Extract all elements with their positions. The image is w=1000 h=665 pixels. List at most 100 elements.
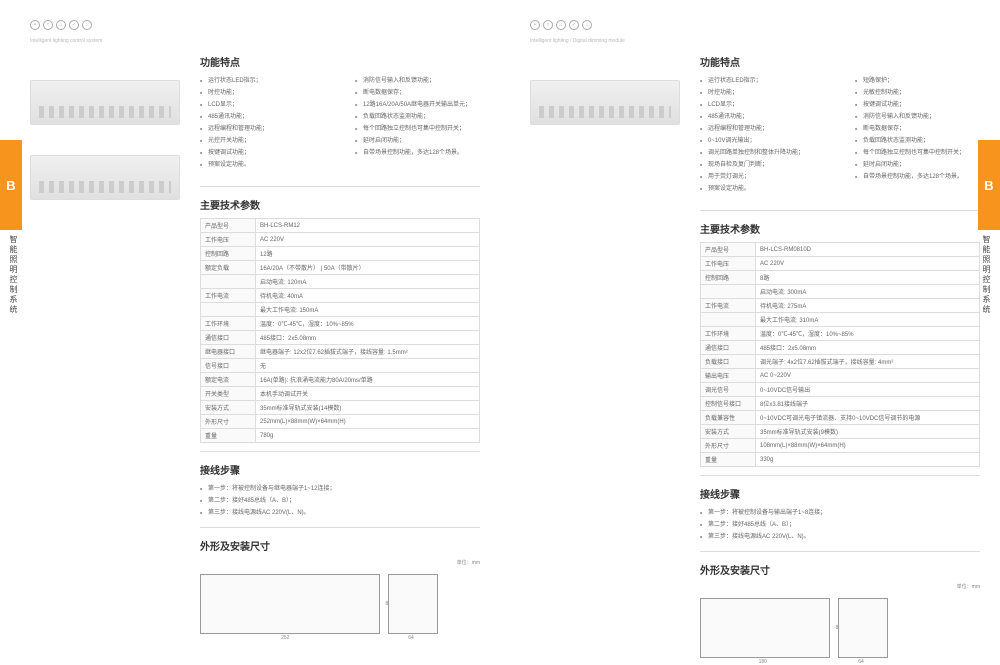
dim-d: 64 <box>408 635 414 641</box>
table-row: 外形尺寸108mm(L)×88mm(W)×64mm(H) <box>701 439 980 453</box>
features: 运行状态LED指示；时控功能；LCD显示；485通讯功能；远程编程和管理功能；光… <box>200 75 480 171</box>
table-cell <box>701 285 756 299</box>
divider <box>200 527 480 528</box>
table-row: 产品型号BH-LCS-RM0810D <box>701 243 980 257</box>
table-cell: 330g <box>756 453 980 467</box>
table-cell: 无 <box>256 359 480 373</box>
table-cell: 工作电压 <box>201 233 256 247</box>
table-row: 继电器接口继电器端子: 12x2位7.62插拔式端子，接线容量: 1.5mm² <box>201 345 480 359</box>
diagram-side: 64 <box>838 598 888 658</box>
product-image-1 <box>530 80 680 125</box>
subtitle: Intelligent lighting control system <box>30 38 470 44</box>
table-row: 调光信号0~10VDC信号输出 <box>701 383 980 397</box>
list-item: 第一步：将被控制设备与输出端子1~8连接； <box>700 507 980 519</box>
icon-4: ✓ <box>569 20 579 30</box>
list-item: 调光回路单独控制和整体升降功能； <box>700 147 825 159</box>
table-row: 输出电压AC 0~220V <box>701 369 980 383</box>
table-cell: 温度：0℃-45℃，湿度：10%~85% <box>256 317 480 331</box>
table-cell: 通信接口 <box>701 341 756 355</box>
spec-table: 产品型号BH-LCS-RM0810D工作电压AC 220V控制回路8路启动电流:… <box>700 242 980 467</box>
product-images <box>530 80 690 155</box>
table-cell: 16A/20A（不带散片） | 50A（带散片） <box>256 261 480 275</box>
list-item: 按键调试功能； <box>855 99 980 111</box>
table-cell: 工作电流 <box>701 299 756 313</box>
specs-title: 主要技术参数 <box>700 221 980 236</box>
icon-1: ⚬ <box>30 20 40 30</box>
icon-2: ≈ <box>543 20 553 30</box>
table-cell: 最大工作电流: 150mA <box>256 303 480 317</box>
subtitle: Intelligent lighting / Digital dimming m… <box>530 38 970 44</box>
dim-title: 外形及安装尺寸 <box>200 538 480 553</box>
table-row: 额定电流16A(单路): 抗浪涌电流能力80A/20ms/单路 <box>201 373 480 387</box>
table-cell: 工作环境 <box>201 317 256 331</box>
table-cell: 产品型号 <box>201 219 256 233</box>
list-item: 第三步：接线电源线AC 220V(L、N)。 <box>200 507 480 519</box>
diagram: 180 88 64 <box>700 598 980 658</box>
table-cell: 安装方式 <box>701 425 756 439</box>
list-item: 预案设定功能。 <box>200 159 325 171</box>
table-cell: 35mm标准导轨式安装(9模数) <box>756 425 980 439</box>
table-row: 通信接口485接口：2x5.08mm <box>201 331 480 345</box>
table-cell: AC 0~220V <box>756 369 980 383</box>
list-item: 自带场景控制功能，多达128个场景。 <box>855 171 980 183</box>
side-label: 智能照明控制系统 <box>8 235 19 315</box>
table-cell: 16A(单路): 抗浪涌电流能力80A/20ms/单路 <box>256 373 480 387</box>
table-row: 重量330g <box>701 453 980 467</box>
page-right: ⚬ ≈ ⌂ ✓ ↓ Intelligent lighting / Digital… <box>500 0 1000 576</box>
list-item: 断电数据保存； <box>355 87 480 99</box>
list-item: 0~10V调光输出； <box>700 135 825 147</box>
wiring-title: 接线步骤 <box>200 462 480 477</box>
icon-5: ↓ <box>582 20 592 30</box>
list-item: 消防信号输入和反馈功能； <box>355 75 480 87</box>
table-cell: 安装方式 <box>201 401 256 415</box>
table-cell: AC 220V <box>756 257 980 271</box>
unit: 单位：mm <box>700 583 980 590</box>
list-item: 延时启闭功能； <box>855 159 980 171</box>
features: 运行状态LED指示；时控功能；LCD显示；485通讯功能；远程编程和管理功能；0… <box>700 75 980 195</box>
table-cell: BH-LCS-RM12 <box>256 219 480 233</box>
table-cell: 最大工作电流: 310mA <box>756 313 980 327</box>
list-item: 第二步：接好485总线（A、B）； <box>700 519 980 531</box>
list-item: 消防信号输入和反馈功能； <box>855 111 980 123</box>
list-item: LCD显示； <box>200 99 325 111</box>
table-cell: 35mm标准导轨式安装(14模数) <box>256 401 480 415</box>
table-cell: 额定电流 <box>201 373 256 387</box>
table-cell: 信号接口 <box>201 359 256 373</box>
list-item: 负载回路状态监测功能； <box>355 111 480 123</box>
table-cell: 继电器接口 <box>201 345 256 359</box>
table-row: 控制信号接口8位x3.81接线端子 <box>701 397 980 411</box>
list-item: 第二步：接好485总线（A、B）； <box>200 495 480 507</box>
features-title: 功能特点 <box>700 54 980 69</box>
table-cell: 调光端子: 4x2位7.62插拔式端子，接线容量: 4mm² <box>756 355 980 369</box>
table-cell <box>701 313 756 327</box>
list-item: 12路16A/20A/50A继电器开关输出单元； <box>355 99 480 111</box>
divider <box>700 210 980 211</box>
table-cell: 温度：0℃-45℃，湿度：10%~85% <box>756 327 980 341</box>
list-item: 485通讯功能； <box>700 111 825 123</box>
list-item: 负载回路状态监测功能； <box>855 135 980 147</box>
table-cell: 输出电压 <box>701 369 756 383</box>
table-cell <box>201 303 256 317</box>
wiring-steps: 第一步：将被控制设备与输出端子1~8连接；第二步：接好485总线（A、B）；第三… <box>700 507 980 543</box>
table-cell: 0~10VDC信号输出 <box>756 383 980 397</box>
table-cell: 外形尺寸 <box>201 415 256 429</box>
list-item: 远程编程和管理功能； <box>700 123 825 135</box>
table-cell: 0~10VDC可调光电子镇流器、支持0~10VDC信号调节的电源 <box>756 411 980 425</box>
table-row: 负载接口调光端子: 4x2位7.62插拔式端子，接线容量: 4mm² <box>701 355 980 369</box>
icons-row: ⚬ ≈ ⌂ ✓ ↓ <box>30 20 470 30</box>
list-item: 第三步：接线电源线AC 220V(L、N)。 <box>700 531 980 543</box>
icons-row: ⚬ ≈ ⌂ ✓ ↓ <box>530 20 970 30</box>
list-item: 时控功能； <box>200 87 325 99</box>
list-item: LCD显示； <box>700 99 825 111</box>
table-cell: 8位x3.81接线端子 <box>756 397 980 411</box>
divider <box>200 451 480 452</box>
list-item: 短路保护； <box>855 75 980 87</box>
table-row: 控制回路8路 <box>701 271 980 285</box>
table-cell: 重量 <box>701 453 756 467</box>
table-cell: 485接口：2x5.08mm <box>756 341 980 355</box>
list-item: 按键调试功能； <box>200 147 325 159</box>
table-cell: 负载兼容性 <box>701 411 756 425</box>
table-cell: 通信接口 <box>201 331 256 345</box>
table-cell: 开关类型 <box>201 387 256 401</box>
table-row: 工作环境温度：0℃-45℃，湿度：10%~85% <box>701 327 980 341</box>
